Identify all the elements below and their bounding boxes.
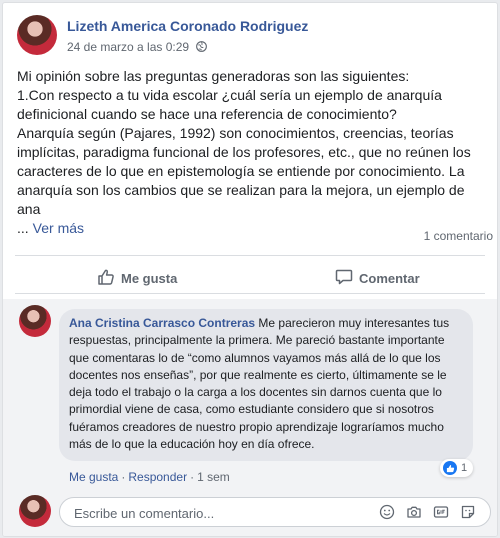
post-body-line: 1.Con respecto a tu vida escolar ¿cuál s… [17,87,442,122]
author-name[interactable]: Lizeth America Coronado Rodriguez [67,18,308,34]
post-timestamp[interactable]: 24 de marzo a las 0:29 [67,40,189,54]
ellipsis: ... [17,220,29,236]
comment-reply-link[interactable]: Responder [128,470,187,484]
reaction-count[interactable]: 1 [440,459,474,477]
divider [15,255,485,256]
emoji-icon[interactable] [379,504,395,520]
author-avatar[interactable] [17,15,57,55]
like-reaction-icon [443,461,457,475]
separator: · [121,470,126,484]
comment-bubble: Ana Cristina Carrasco Contreras Me parec… [59,309,473,462]
like-label: Me gusta [121,270,178,286]
comment-count[interactable]: 1 comentario [424,229,493,243]
comment-actions: Me gusta · Responder · 1 sem [69,470,230,484]
post-body: Mi opinión sobre las preguntas generador… [17,67,487,238]
comment-composer[interactable] [59,497,491,527]
comment-like-link[interactable]: Me gusta [69,470,118,484]
globe-icon [196,41,208,52]
post-meta: 24 de marzo a las 0:29 [67,40,208,54]
commenter-name[interactable]: Ana Cristina Carrasco Contreras [69,316,255,330]
commenter-avatar[interactable] [19,305,51,337]
comment-text: Me parecieron muy interesantes tus respu… [69,316,450,452]
divider [15,293,485,294]
comment-input[interactable] [72,502,366,524]
camera-icon[interactable] [406,504,422,520]
post-card: Lizeth America Coronado Rodriguez 24 de … [2,2,498,537]
post-body-line: Mi opinión sobre las preguntas generador… [17,68,410,84]
gif-icon[interactable] [433,504,449,520]
post-body-text: Anarquía según (Pajares, 1992) son conoc… [17,125,471,217]
post-body-tail: ... Ver más [17,219,487,238]
comment-time[interactable]: 1 sem [197,470,230,484]
separator: · [190,470,195,484]
current-user-avatar [19,495,51,527]
sticker-icon[interactable] [460,504,476,520]
like-button[interactable]: Me gusta [97,265,177,291]
see-more-link[interactable]: Ver más [33,220,84,236]
reaction-number: 1 [461,462,468,474]
comment-label: Comentar [359,270,420,286]
post-body-line: Anarquía según (Pajares, 1992) son conoc… [17,124,487,219]
comment-icon [335,268,353,289]
thumbs-up-icon [97,268,115,289]
comment-button[interactable]: Comentar [335,265,420,291]
